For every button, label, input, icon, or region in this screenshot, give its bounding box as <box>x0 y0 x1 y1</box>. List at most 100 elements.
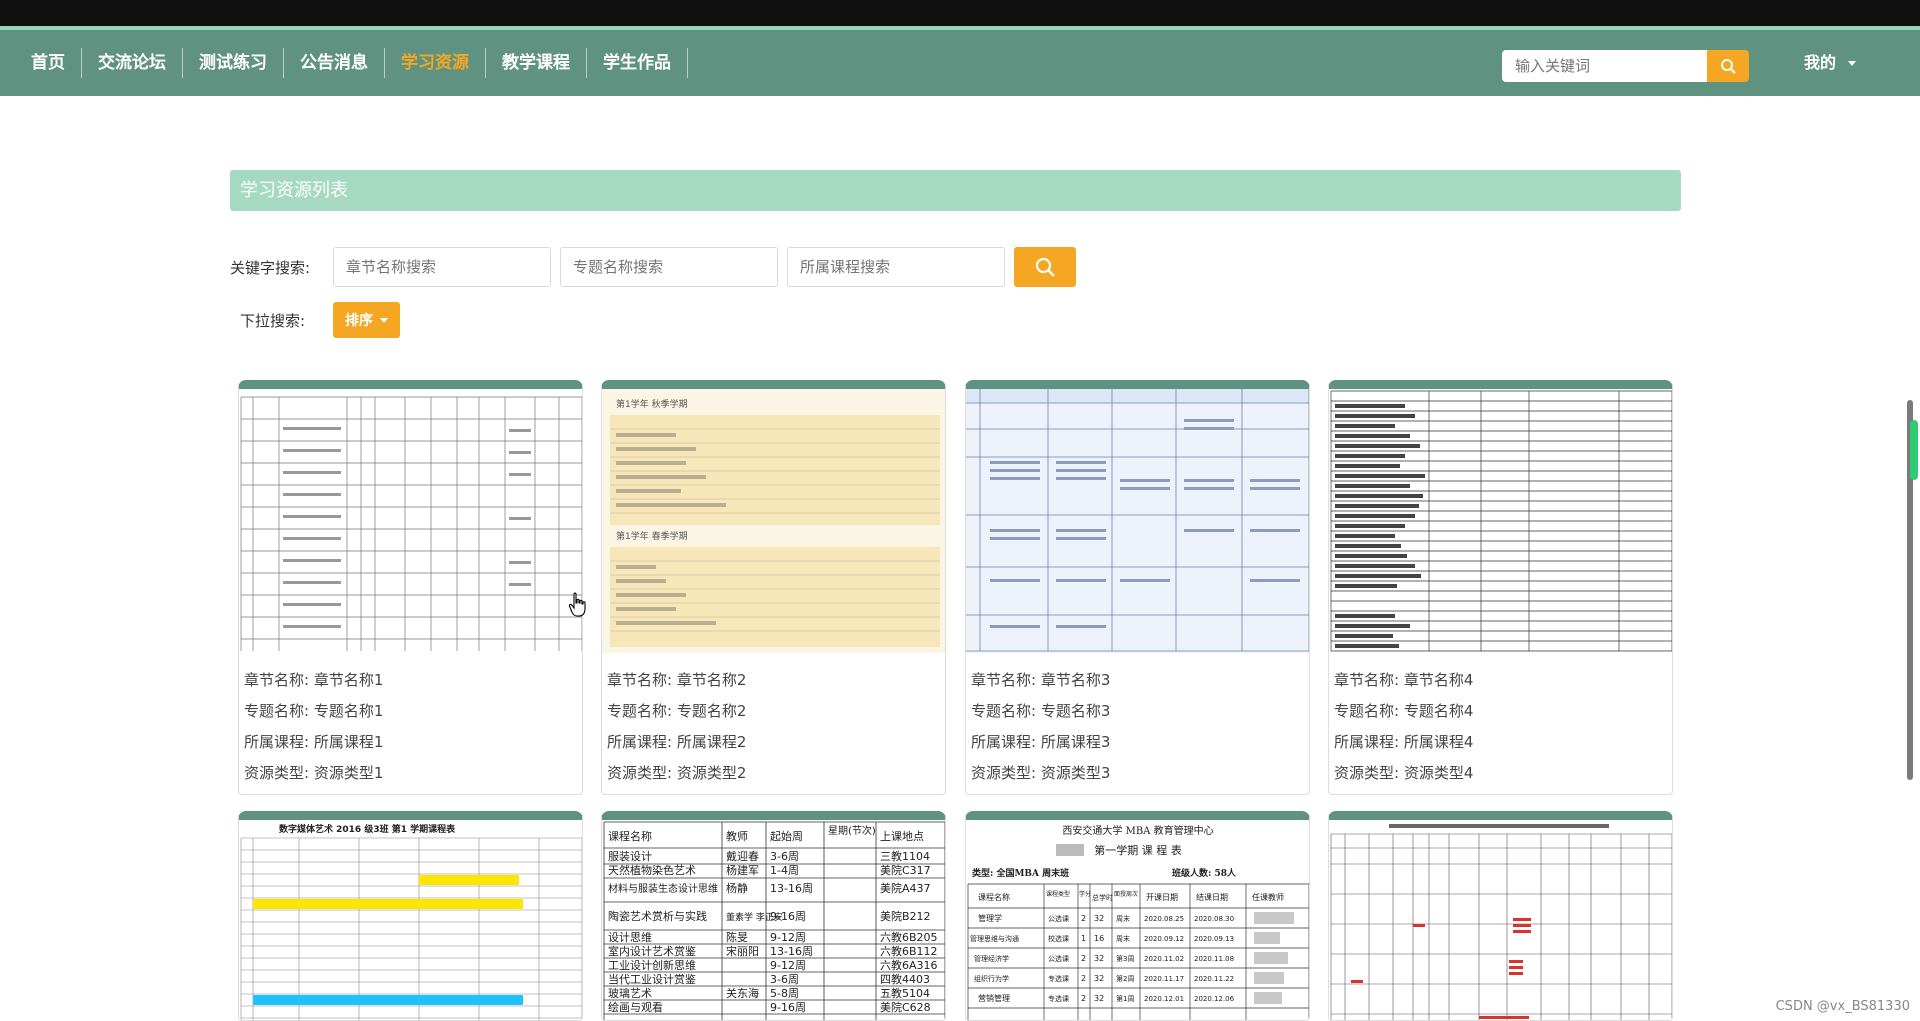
search-icon <box>1035 257 1055 277</box>
thumb-header: 课程类型 <box>1046 890 1070 898</box>
thumb-cell: 设计思维 <box>608 931 652 944</box>
thumb-cell: 公选课 <box>1048 914 1069 923</box>
thumb-cell: 专选课 <box>1048 994 1069 1003</box>
card-chapter: 章节名称: 章节名称2 <box>607 671 747 689</box>
thumb-cell: 专选课 <box>1048 974 1069 983</box>
resource-card[interactable]: 课程名称 教师 起始周 星期(节次) 上课地点 服装设计 戴迎春 3-6周 三教… <box>601 811 946 1021</box>
thumb-cell: 六教6B112 <box>880 945 938 958</box>
thumb-cell: 杨静 <box>726 881 748 895</box>
search-button[interactable] <box>1014 247 1076 287</box>
thumb-cell: 2020.09.12 <box>1144 935 1184 943</box>
thumb-header: 面授周次 <box>1114 890 1138 898</box>
thumb-cell: 2020.11.02 <box>1144 955 1184 963</box>
thumb-cell: 五教5104 <box>880 987 930 1000</box>
nav-item-notice[interactable]: 公告消息 <box>284 48 385 78</box>
thumb-title: 第一学期 课 程 表 <box>1094 843 1182 857</box>
thumb-cell: 2020.12.01 <box>1144 995 1184 1003</box>
thumb-cell: 校选课 <box>1048 934 1069 943</box>
thumb-cell: 2 <box>1081 994 1086 1003</box>
thumb-cell: 四教4403 <box>880 973 930 986</box>
nav-item-forum[interactable]: 交流论坛 <box>82 48 183 78</box>
thumb-cell: 天然植物染色艺术 <box>608 863 696 877</box>
resource-thumbnail[interactable]: 课程名称 教师 起始周 星期(节次) 上课地点 服装设计 戴迎春 3-6周 三教… <box>602 820 945 1020</box>
thumb-cell: 2 <box>1081 954 1086 963</box>
thumb-cell: 宋丽阳 <box>726 944 759 958</box>
resource-card[interactable] <box>1328 811 1673 1021</box>
thumb-cell: 2 <box>1081 974 1086 983</box>
thumb-cell: 室内设计艺术赏鉴 <box>608 944 696 958</box>
nav-search-button[interactable] <box>1707 50 1749 82</box>
nav-item-courses[interactable]: 教学课程 <box>486 48 587 78</box>
thumb-type: 类型: 全国MBA 周末班 <box>972 867 1069 879</box>
window-top-bar <box>0 0 1920 26</box>
thumb-cell: 2020.09.13 <box>1194 935 1234 943</box>
thumb-title: 第1学年 秋季学期 <box>616 398 688 410</box>
nav-item-works[interactable]: 学生作品 <box>587 48 688 78</box>
resource-thumbnail[interactable] <box>966 389 1309 653</box>
mba-schedule-image: 西安交通大学 MBA 教育管理中心 第一学期 课 程 表 类型: 全国MBA 周… <box>966 820 1309 1020</box>
thumb-cell: 13-16周 <box>770 945 813 958</box>
thumb-cell: 周末 <box>1116 914 1130 923</box>
card-topic: 专题名称: 专题名称3 <box>971 702 1111 720</box>
nav-item-home[interactable]: 首页 <box>15 48 82 78</box>
scrollbar-indicator[interactable] <box>1910 420 1918 480</box>
resource-thumbnail[interactable]: 第1学年 秋季学期 第1学年 春季学期 <box>602 389 945 653</box>
thumb-cell: 16 <box>1094 934 1104 943</box>
topic-search-input[interactable] <box>560 247 778 287</box>
resource-thumbnail[interactable] <box>1329 389 1672 653</box>
nav-search <box>1502 50 1749 82</box>
thumb-university: 西安交通大学 MBA 教育管理中心 <box>1062 824 1213 837</box>
thumb-cell: 美院B212 <box>880 909 931 923</box>
thumb-header: 总学时 <box>1092 893 1113 902</box>
thumb-header: 开课日期 <box>1146 893 1178 902</box>
user-menu[interactable]: 我的 <box>1804 30 1857 96</box>
nav-search-input[interactable] <box>1502 50 1707 82</box>
card-chapter: 章节名称: 章节名称3 <box>971 671 1111 689</box>
thumb-header-weeks: 起始周 <box>770 829 803 843</box>
keyword-search-label: 关键字搜索: <box>230 258 311 277</box>
thumb-class-count: 班级人数: 58人 <box>1172 867 1237 879</box>
resource-thumbnail[interactable]: 西安交通大学 MBA 教育管理中心 第一学期 课 程 表 类型: 全国MBA 周… <box>966 820 1309 1020</box>
thumb-cell: 2020.08.25 <box>1144 915 1184 923</box>
course-search-input[interactable] <box>787 247 1005 287</box>
course-list-table-image <box>1329 389 1672 653</box>
thumb-header-day: 星期(节次) <box>828 824 876 837</box>
nav-menu: 首页 交流论坛 测试练习 公告消息 学习资源 教学课程 学生作品 <box>15 30 688 96</box>
resource-thumbnail[interactable] <box>1329 820 1672 1020</box>
thumb-cell: 陈旻 <box>726 930 748 944</box>
thumb-cell: 3-6周 <box>770 850 799 863</box>
resource-card[interactable]: 章节名称: 章节名称4 专题名称: 专题名称4 所属课程: 所属课程4 资源类型… <box>1328 380 1673 795</box>
thumb-cell: 周末 <box>1116 934 1130 943</box>
thumb-cell: 2020.08.30 <box>1194 915 1234 923</box>
resource-thumbnail[interactable] <box>239 389 582 653</box>
card-course: 所属课程: 所属课程4 <box>1334 733 1474 751</box>
card-topic: 专题名称: 专题名称1 <box>244 702 384 720</box>
nav-item-practice[interactable]: 测试练习 <box>183 48 284 78</box>
thumb-cell: 美院C628 <box>880 1000 931 1014</box>
resource-card[interactable]: 数字媒体艺术 2016 级3班 第1 学期课程表 <box>238 811 583 1021</box>
card-course: 所属课程: 所属课程3 <box>971 733 1111 751</box>
thumb-cell: 2020.11.22 <box>1194 975 1234 983</box>
resource-card[interactable]: 章节名称: 章节名称3 专题名称: 专题名称3 所属课程: 所属课程3 资源类型… <box>965 380 1310 795</box>
thumb-cell: 六教6B205 <box>880 931 938 944</box>
thumb-header-teacher: 教师 <box>726 830 748 843</box>
sort-dropdown-button[interactable]: 排序 <box>333 302 400 338</box>
resource-card[interactable]: 章节名称: 章节名称1 专题名称: 专题名称1 所属课程: 所属课程1 资源类型… <box>238 380 583 795</box>
resource-card[interactable]: 西安交通大学 MBA 教育管理中心 第一学期 课 程 表 类型: 全国MBA 周… <box>965 811 1310 1021</box>
resource-card[interactable]: 第1学年 秋季学期 第1学年 春季学期 章节名称: 章节名称2 专题名称: 专题… <box>601 380 946 795</box>
thumb-cell: 9-12周 <box>770 931 806 944</box>
schedule-table-image <box>239 389 582 653</box>
thumb-cell: 第2周 <box>1116 974 1134 983</box>
chevron-down-icon <box>380 317 388 323</box>
thumb-cell: 三教1104 <box>880 850 930 863</box>
thumb-cell: 32 <box>1094 914 1104 923</box>
resource-thumbnail[interactable]: 数字媒体艺术 2016 级3班 第1 学期课程表 <box>239 820 582 1020</box>
thumb-cell: 美院A437 <box>880 881 931 895</box>
thumb-cell: 公选课 <box>1048 954 1069 963</box>
card-course: 所属课程: 所属课程1 <box>244 733 384 751</box>
thumb-cell: 陶瓷艺术赏析与实践 <box>608 909 707 923</box>
thumb-cell: 2 <box>1081 914 1086 923</box>
colored-schedule-image: 数字媒体艺术 2016 级3班 第1 学期课程表 <box>239 820 582 1020</box>
chapter-search-input[interactable] <box>333 247 551 287</box>
nav-item-resources[interactable]: 学习资源 <box>385 48 486 78</box>
